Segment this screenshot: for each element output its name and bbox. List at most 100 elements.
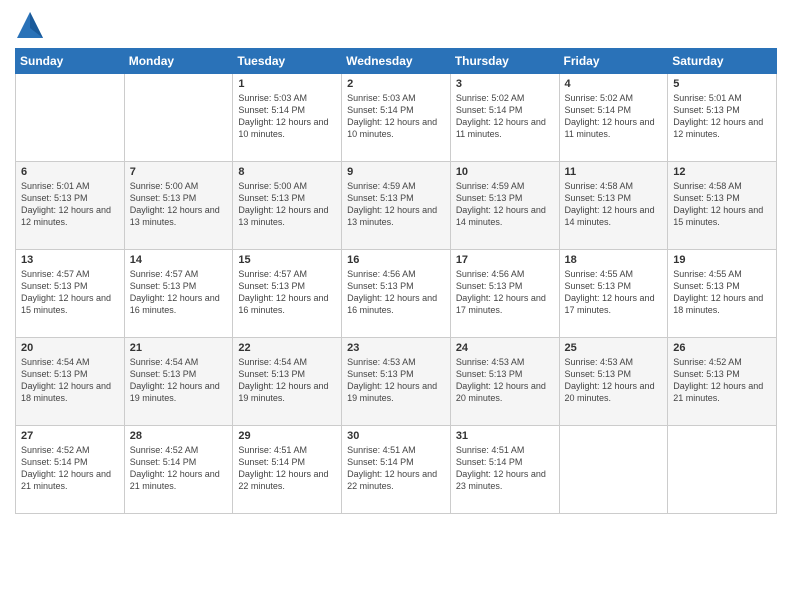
day-number: 22 <box>238 342 336 354</box>
calendar-cell: 26 Sunrise: 4:52 AM Sunset: 5:13 PM Dayl… <box>668 338 777 426</box>
day-number: 27 <box>21 430 119 442</box>
calendar-table: SundayMondayTuesdayWednesdayThursdayFrid… <box>15 48 777 514</box>
day-number: 28 <box>130 430 228 442</box>
day-info: Sunrise: 4:52 AM Sunset: 5:14 PM Dayligh… <box>21 444 119 493</box>
calendar-cell: 24 Sunrise: 4:53 AM Sunset: 5:13 PM Dayl… <box>450 338 559 426</box>
day-info: Sunrise: 5:01 AM Sunset: 5:13 PM Dayligh… <box>673 92 771 141</box>
day-info: Sunrise: 4:53 AM Sunset: 5:13 PM Dayligh… <box>565 356 663 405</box>
day-number: 4 <box>565 78 663 90</box>
day-number: 31 <box>456 430 554 442</box>
calendar-cell: 13 Sunrise: 4:57 AM Sunset: 5:13 PM Dayl… <box>16 250 125 338</box>
calendar-cell: 19 Sunrise: 4:55 AM Sunset: 5:13 PM Dayl… <box>668 250 777 338</box>
calendar-cell: 1 Sunrise: 5:03 AM Sunset: 5:14 PM Dayli… <box>233 74 342 162</box>
calendar-cell: 29 Sunrise: 4:51 AM Sunset: 5:14 PM Dayl… <box>233 426 342 514</box>
day-number: 11 <box>565 166 663 178</box>
day-number: 21 <box>130 342 228 354</box>
day-number: 18 <box>565 254 663 266</box>
day-number: 16 <box>347 254 445 266</box>
calendar-cell: 9 Sunrise: 4:59 AM Sunset: 5:13 PM Dayli… <box>342 162 451 250</box>
day-number: 25 <box>565 342 663 354</box>
day-info: Sunrise: 4:59 AM Sunset: 5:13 PM Dayligh… <box>347 180 445 229</box>
calendar-cell: 12 Sunrise: 4:58 AM Sunset: 5:13 PM Dayl… <box>668 162 777 250</box>
weekday-header-saturday: Saturday <box>668 49 777 74</box>
day-number: 3 <box>456 78 554 90</box>
day-number: 17 <box>456 254 554 266</box>
day-info: Sunrise: 5:00 AM Sunset: 5:13 PM Dayligh… <box>238 180 336 229</box>
day-info: Sunrise: 4:57 AM Sunset: 5:13 PM Dayligh… <box>21 268 119 317</box>
calendar-cell: 2 Sunrise: 5:03 AM Sunset: 5:14 PM Dayli… <box>342 74 451 162</box>
weekday-header-row: SundayMondayTuesdayWednesdayThursdayFrid… <box>16 49 777 74</box>
day-info: Sunrise: 4:56 AM Sunset: 5:13 PM Dayligh… <box>347 268 445 317</box>
day-number: 29 <box>238 430 336 442</box>
weekday-header-thursday: Thursday <box>450 49 559 74</box>
calendar-week-1: 1 Sunrise: 5:03 AM Sunset: 5:14 PM Dayli… <box>16 74 777 162</box>
day-number: 20 <box>21 342 119 354</box>
calendar-cell: 21 Sunrise: 4:54 AM Sunset: 5:13 PM Dayl… <box>124 338 233 426</box>
day-number: 6 <box>21 166 119 178</box>
calendar-cell: 16 Sunrise: 4:56 AM Sunset: 5:13 PM Dayl… <box>342 250 451 338</box>
calendar-cell: 14 Sunrise: 4:57 AM Sunset: 5:13 PM Dayl… <box>124 250 233 338</box>
day-info: Sunrise: 4:54 AM Sunset: 5:13 PM Dayligh… <box>21 356 119 405</box>
day-info: Sunrise: 4:54 AM Sunset: 5:13 PM Dayligh… <box>130 356 228 405</box>
day-number: 5 <box>673 78 771 90</box>
day-number: 12 <box>673 166 771 178</box>
logo-icon <box>15 10 45 40</box>
day-info: Sunrise: 5:02 AM Sunset: 5:14 PM Dayligh… <box>565 92 663 141</box>
day-info: Sunrise: 4:51 AM Sunset: 5:14 PM Dayligh… <box>238 444 336 493</box>
calendar-cell: 23 Sunrise: 4:53 AM Sunset: 5:13 PM Dayl… <box>342 338 451 426</box>
calendar-cell: 3 Sunrise: 5:02 AM Sunset: 5:14 PM Dayli… <box>450 74 559 162</box>
day-info: Sunrise: 5:01 AM Sunset: 5:13 PM Dayligh… <box>21 180 119 229</box>
day-number: 30 <box>347 430 445 442</box>
calendar-cell: 27 Sunrise: 4:52 AM Sunset: 5:14 PM Dayl… <box>16 426 125 514</box>
day-info: Sunrise: 5:02 AM Sunset: 5:14 PM Dayligh… <box>456 92 554 141</box>
day-number: 7 <box>130 166 228 178</box>
calendar-cell: 6 Sunrise: 5:01 AM Sunset: 5:13 PM Dayli… <box>16 162 125 250</box>
calendar-cell: 10 Sunrise: 4:59 AM Sunset: 5:13 PM Dayl… <box>450 162 559 250</box>
calendar-cell: 25 Sunrise: 4:53 AM Sunset: 5:13 PM Dayl… <box>559 338 668 426</box>
day-number: 19 <box>673 254 771 266</box>
day-number: 24 <box>456 342 554 354</box>
calendar-cell <box>559 426 668 514</box>
calendar-cell: 17 Sunrise: 4:56 AM Sunset: 5:13 PM Dayl… <box>450 250 559 338</box>
calendar-cell: 15 Sunrise: 4:57 AM Sunset: 5:13 PM Dayl… <box>233 250 342 338</box>
header <box>15 10 777 40</box>
calendar-cell: 8 Sunrise: 5:00 AM Sunset: 5:13 PM Dayli… <box>233 162 342 250</box>
day-info: Sunrise: 4:52 AM Sunset: 5:13 PM Dayligh… <box>673 356 771 405</box>
calendar-cell <box>668 426 777 514</box>
day-number: 23 <box>347 342 445 354</box>
day-info: Sunrise: 4:56 AM Sunset: 5:13 PM Dayligh… <box>456 268 554 317</box>
day-number: 8 <box>238 166 336 178</box>
calendar-week-2: 6 Sunrise: 5:01 AM Sunset: 5:13 PM Dayli… <box>16 162 777 250</box>
day-info: Sunrise: 4:52 AM Sunset: 5:14 PM Dayligh… <box>130 444 228 493</box>
day-info: Sunrise: 4:57 AM Sunset: 5:13 PM Dayligh… <box>130 268 228 317</box>
day-number: 14 <box>130 254 228 266</box>
day-number: 13 <box>21 254 119 266</box>
day-info: Sunrise: 4:53 AM Sunset: 5:13 PM Dayligh… <box>456 356 554 405</box>
calendar-cell <box>124 74 233 162</box>
calendar-cell <box>16 74 125 162</box>
day-info: Sunrise: 5:03 AM Sunset: 5:14 PM Dayligh… <box>347 92 445 141</box>
day-info: Sunrise: 4:58 AM Sunset: 5:13 PM Dayligh… <box>673 180 771 229</box>
calendar-cell: 4 Sunrise: 5:02 AM Sunset: 5:14 PM Dayli… <box>559 74 668 162</box>
day-number: 1 <box>238 78 336 90</box>
calendar-week-3: 13 Sunrise: 4:57 AM Sunset: 5:13 PM Dayl… <box>16 250 777 338</box>
page: SundayMondayTuesdayWednesdayThursdayFrid… <box>0 0 792 612</box>
logo <box>15 10 49 40</box>
calendar-cell: 20 Sunrise: 4:54 AM Sunset: 5:13 PM Dayl… <box>16 338 125 426</box>
day-info: Sunrise: 5:03 AM Sunset: 5:14 PM Dayligh… <box>238 92 336 141</box>
calendar-cell: 5 Sunrise: 5:01 AM Sunset: 5:13 PM Dayli… <box>668 74 777 162</box>
day-number: 10 <box>456 166 554 178</box>
calendar-cell: 28 Sunrise: 4:52 AM Sunset: 5:14 PM Dayl… <box>124 426 233 514</box>
weekday-header-wednesday: Wednesday <box>342 49 451 74</box>
weekday-header-sunday: Sunday <box>16 49 125 74</box>
day-info: Sunrise: 4:53 AM Sunset: 5:13 PM Dayligh… <box>347 356 445 405</box>
weekday-header-tuesday: Tuesday <box>233 49 342 74</box>
weekday-header-friday: Friday <box>559 49 668 74</box>
day-info: Sunrise: 4:54 AM Sunset: 5:13 PM Dayligh… <box>238 356 336 405</box>
day-number: 2 <box>347 78 445 90</box>
day-number: 26 <box>673 342 771 354</box>
day-info: Sunrise: 5:00 AM Sunset: 5:13 PM Dayligh… <box>130 180 228 229</box>
calendar-week-4: 20 Sunrise: 4:54 AM Sunset: 5:13 PM Dayl… <box>16 338 777 426</box>
calendar-cell: 7 Sunrise: 5:00 AM Sunset: 5:13 PM Dayli… <box>124 162 233 250</box>
day-info: Sunrise: 4:51 AM Sunset: 5:14 PM Dayligh… <box>456 444 554 493</box>
